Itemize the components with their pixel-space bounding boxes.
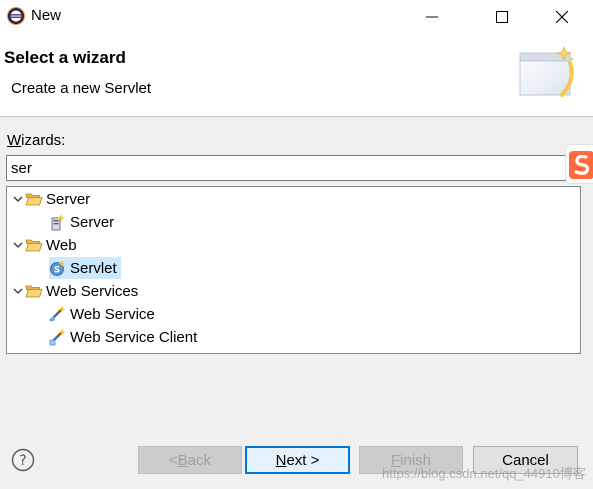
server-wizard-icon — [49, 213, 67, 231]
eclipse-icon — [6, 6, 26, 26]
chevron-down-icon[interactable] — [11, 234, 25, 256]
tree-node-label: Web Service — [70, 305, 155, 323]
servlet-icon: S — [49, 259, 67, 277]
wizard-banner: Select a wizard Create a new Servlet — [0, 33, 593, 117]
wizard-tree[interactable]: Server Server Web S Servlet Web Services… — [6, 186, 581, 354]
tree-node-label: Web — [46, 236, 77, 254]
folder-open-icon — [25, 190, 43, 208]
minimize-icon — [426, 16, 438, 17]
chevron-down-icon[interactable] — [11, 188, 25, 210]
close-icon — [556, 10, 568, 23]
minimize-button[interactable] — [409, 0, 455, 33]
tree-node-server-wizard[interactable]: Server — [49, 211, 118, 233]
maximize-button[interactable] — [479, 0, 525, 33]
web-service-icon — [49, 305, 67, 323]
tree-node-web-services-category[interactable]: Web Services — [11, 280, 142, 302]
sogou-s-icon — [569, 151, 593, 179]
tree-node-label: Web Service Client — [70, 328, 198, 346]
close-button[interactable] — [539, 0, 585, 33]
web-service-client-icon — [49, 328, 67, 346]
wizard-banner-icon — [519, 46, 574, 97]
tree-node-server-category[interactable]: Server — [11, 188, 94, 210]
tree-node-label: Server — [70, 213, 115, 231]
wizard-filter-input[interactable] — [6, 155, 566, 181]
tree-node-label: Web Services — [46, 282, 139, 300]
back-button[interactable]: < Back — [138, 446, 242, 474]
tree-node-web-category[interactable]: Web — [11, 234, 81, 256]
help-icon: ? — [11, 448, 35, 472]
chevron-down-icon[interactable] — [11, 280, 25, 302]
tree-node-web-service-client[interactable]: Web Service Client — [49, 326, 201, 348]
page-description: Create a new Servlet — [11, 80, 152, 97]
folder-open-icon — [25, 236, 43, 254]
window-title: New — [31, 7, 62, 24]
maximize-icon — [496, 10, 508, 23]
svg-text:S: S — [54, 266, 60, 276]
ime-indicator[interactable] — [565, 144, 593, 184]
svg-text:?: ? — [19, 453, 26, 469]
tree-node-label: Servlet — [70, 259, 117, 277]
watermark: https://blog.csdn.net/qq_44910博客 — [382, 466, 586, 481]
folder-open-icon — [25, 282, 43, 300]
page-title: Select a wizard — [4, 48, 126, 67]
tree-node-label: Server — [46, 190, 91, 208]
title-bar[interactable]: New — [0, 0, 593, 33]
wizards-label: Wizards: — [7, 132, 66, 149]
tree-node-servlet[interactable]: S Servlet — [49, 257, 121, 279]
help-button[interactable]: ? — [11, 448, 35, 472]
tree-node-web-service[interactable]: Web Service — [49, 303, 159, 325]
next-button[interactable]: Next > — [245, 446, 350, 474]
